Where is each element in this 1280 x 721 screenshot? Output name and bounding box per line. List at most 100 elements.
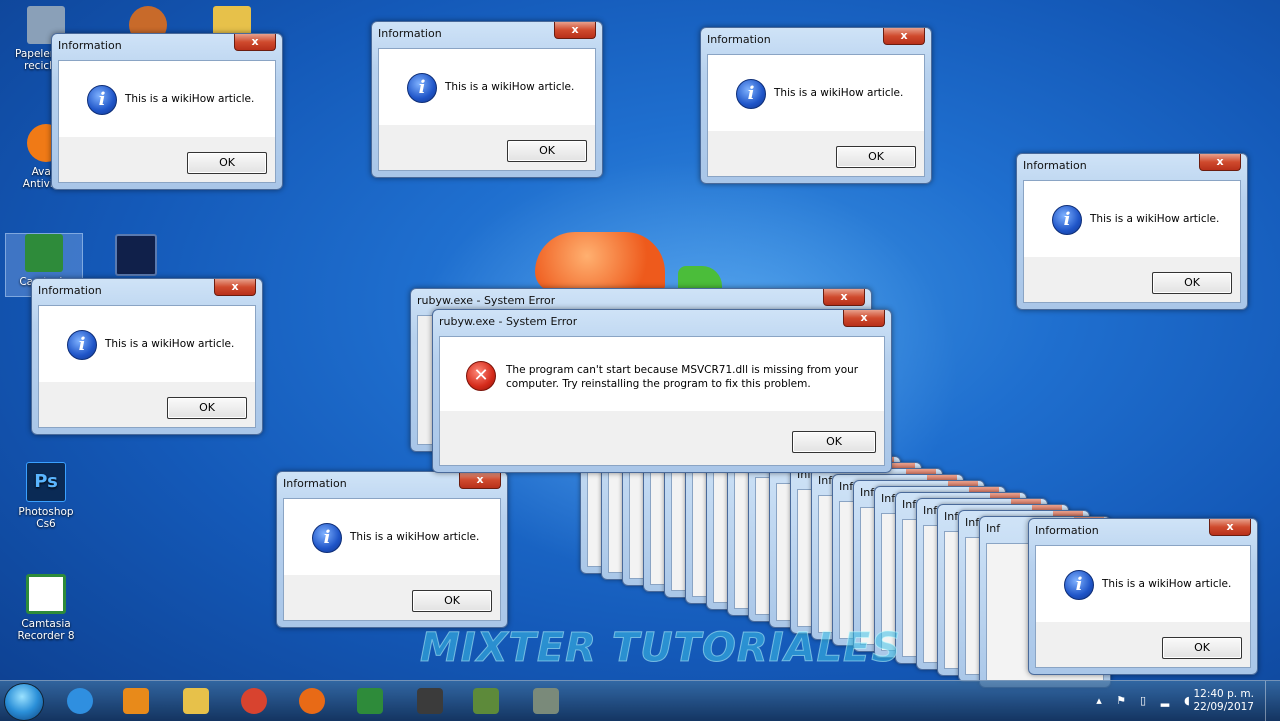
taskbar-button-gta-v[interactable] xyxy=(520,685,572,717)
dialog-message: This is a wikiHow article. xyxy=(105,338,235,350)
minecraft-icon xyxy=(473,688,499,714)
start-button[interactable] xyxy=(4,683,44,721)
close-icon: x xyxy=(231,280,239,293)
desktop-icon-shield-app[interactable] xyxy=(98,234,174,280)
close-icon: x xyxy=(860,311,868,324)
dialog-title-fragment: Inf xyxy=(818,474,833,487)
desktop-icon-photoshop[interactable]: Ps Photoshop Cs6 xyxy=(8,462,84,530)
flag-icon[interactable]: ⚑ xyxy=(1114,694,1128,708)
battery-icon[interactable]: ▯ xyxy=(1136,694,1150,708)
close-icon: x xyxy=(571,23,579,36)
gta-v-icon xyxy=(533,688,559,714)
info-dialog[interactable]: Information x i This is a wikiHow articl… xyxy=(1028,518,1258,675)
shield-app-icon xyxy=(115,234,157,276)
info-dialog[interactable]: Information x i This is a wikiHow articl… xyxy=(31,278,263,435)
ok-button[interactable]: OK xyxy=(1162,637,1242,659)
dialog-body: i This is a wikiHow article. OK xyxy=(283,498,501,621)
dialog-title: Information xyxy=(1035,524,1099,537)
chrome-icon xyxy=(241,688,267,714)
dialog-title-fragment: Inf xyxy=(944,510,959,523)
taskbar-button-minecraft[interactable] xyxy=(460,685,512,717)
info-icon: i xyxy=(407,73,437,103)
close-button[interactable]: x xyxy=(459,472,501,489)
close-button[interactable]: x xyxy=(883,28,925,45)
file-explorer-icon xyxy=(183,688,209,714)
dialog-title: Information xyxy=(283,477,347,490)
close-icon: x xyxy=(1226,520,1234,533)
error-message: The program can't start because MSVCR71.… xyxy=(506,364,859,390)
message-area: i This is a wikiHow article. xyxy=(59,61,275,138)
dialog-title-fragment: Inf xyxy=(839,480,854,493)
ok-button[interactable]: OK xyxy=(836,146,916,168)
dialog-title: Information xyxy=(38,284,102,297)
taskbar-button-chrome[interactable] xyxy=(228,685,280,717)
close-icon: x xyxy=(840,290,848,303)
dialog-message: This is a wikiHow article. xyxy=(1090,213,1220,225)
ok-button[interactable]: OK xyxy=(1152,272,1232,294)
camtasia-icon xyxy=(357,688,383,714)
dialog-message: This is a wikiHow article. xyxy=(1102,578,1232,590)
clock[interactable]: 12:40 p. m. 22/09/2017 xyxy=(1193,688,1254,714)
photoshop-icon: Ps xyxy=(26,462,66,502)
info-icon: i xyxy=(1064,570,1094,600)
taskbar-button-file-explorer[interactable] xyxy=(170,685,222,717)
dialog-message: This is a wikiHow article. xyxy=(445,81,575,93)
info-dialog[interactable]: Information x i This is a wikiHow articl… xyxy=(700,27,932,184)
dialog-title-fragment: Inf xyxy=(923,504,938,517)
dialog-body: i This is a wikiHow article. OK xyxy=(1035,545,1251,668)
info-icon: i xyxy=(67,330,97,360)
desktop-icon-camtasia-recorder[interactable]: Camtasia Recorder 8 xyxy=(8,574,84,642)
close-icon: x xyxy=(476,473,484,486)
dialog-title: rubyw.exe - System Error xyxy=(439,315,578,328)
ok-button[interactable]: OK xyxy=(187,152,267,174)
taskbar-button-media-player[interactable] xyxy=(110,685,162,717)
info-dialog[interactable]: Information x i This is a wikiHow articl… xyxy=(276,471,508,628)
close-button[interactable]: x xyxy=(234,34,276,51)
dialog-body: i This is a wikiHow article. OK xyxy=(1023,180,1241,303)
info-icon: i xyxy=(312,523,342,553)
message-area: i This is a wikiHow article. xyxy=(284,499,500,576)
clock-time: 12:40 p. m. xyxy=(1193,688,1254,700)
dialog-title-fragment: Inf xyxy=(902,498,917,511)
close-button[interactable]: x xyxy=(214,279,256,296)
info-icon: i xyxy=(1052,205,1082,235)
media-player-icon xyxy=(123,688,149,714)
info-dialog[interactable]: Information x i This is a wikiHow articl… xyxy=(51,33,283,190)
dialog-body: i This is a wikiHow article. OK xyxy=(58,60,276,183)
message-area: i This is a wikiHow article. xyxy=(708,55,924,132)
dialog-body: ✕ The program can't start because MSVCR7… xyxy=(439,336,885,466)
dialog-title-fragment: Inf xyxy=(881,492,896,505)
dialog-title: Information xyxy=(58,39,122,52)
desktop-icon-label: Photoshop Cs6 xyxy=(18,506,74,530)
dialog-title: Information xyxy=(1023,159,1087,172)
dialog-body: i This is a wikiHow article. OK xyxy=(378,48,596,171)
info-dialog[interactable]: Information x i This is a wikiHow articl… xyxy=(371,21,603,178)
system-error-dialog[interactable]: rubyw.exe - System Error x ✕ The program… xyxy=(432,309,892,473)
close-button[interactable]: x xyxy=(554,22,596,39)
close-button[interactable]: x xyxy=(843,310,885,327)
taskbar-button-camtasia[interactable] xyxy=(344,685,396,717)
chevron-up-icon[interactable]: ▴ xyxy=(1092,694,1106,708)
ok-button[interactable]: OK xyxy=(167,397,247,419)
close-button[interactable]: x xyxy=(823,289,865,306)
close-button[interactable]: x xyxy=(1199,154,1241,171)
clock-date: 22/09/2017 xyxy=(1193,701,1254,713)
taskbar-button-minecraft-mw[interactable] xyxy=(404,685,456,717)
ok-button[interactable]: OK xyxy=(507,140,587,162)
close-button[interactable]: x xyxy=(1209,519,1251,536)
show-desktop-button[interactable] xyxy=(1265,681,1280,721)
dialog-message: This is a wikiHow article. xyxy=(774,87,904,99)
taskbar-button-internet-explorer[interactable] xyxy=(54,685,106,717)
dialog-title: Information xyxy=(378,27,442,40)
taskbar-button-firefox[interactable] xyxy=(286,685,338,717)
info-dialog[interactable]: Information x i This is a wikiHow articl… xyxy=(1016,153,1248,310)
internet-explorer-icon xyxy=(67,688,93,714)
volume-icon[interactable]: ◖ xyxy=(1180,694,1194,708)
dialog-title: Information xyxy=(707,33,771,46)
network-icon[interactable]: ▂ xyxy=(1158,694,1172,708)
ok-button[interactable]: OK xyxy=(792,431,876,453)
message-area: i This is a wikiHow article. xyxy=(1024,181,1240,258)
dialog-message: This is a wikiHow article. xyxy=(350,531,480,543)
camtasia-icon xyxy=(25,234,63,272)
ok-button[interactable]: OK xyxy=(412,590,492,612)
